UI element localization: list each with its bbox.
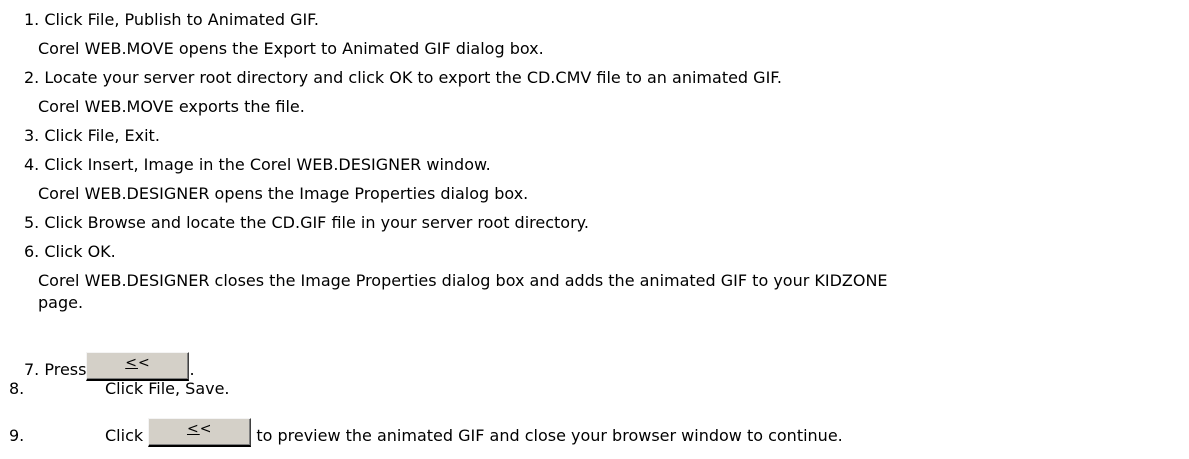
step-text: Click Insert, Image in the Corel WEB.DES… [44, 155, 491, 174]
back-button-rest-char: < [137, 355, 151, 371]
step-text: Click File, Exit. [44, 126, 160, 145]
step-text-before: Click [105, 426, 144, 445]
step-3: 3. Click File, Exit. [24, 126, 160, 145]
step-2: 2. Locate your server root directory and… [24, 68, 782, 87]
step-2-result: Corel WEB.MOVE exports the file. [38, 97, 305, 116]
step-number: 4. [24, 155, 40, 174]
step-text: Locate your server root directory and cl… [44, 68, 783, 87]
back-button[interactable]: << [148, 418, 252, 447]
step-number: 8. [9, 379, 25, 398]
step-number: 1. [24, 10, 40, 29]
back-button-underlined-char: < [125, 355, 138, 371]
back-button-rest-char: < [199, 421, 213, 437]
step-number: 7. [24, 360, 40, 379]
step-number: 9. [9, 426, 25, 445]
back-button[interactable]: << [86, 352, 190, 381]
step-6: 6. Click OK. [24, 242, 116, 261]
instructions-page: 1. Click File, Publish to Animated GIF. … [0, 0, 1189, 459]
step-number: 2. [24, 68, 40, 87]
step-5: 5. Click Browse and locate the CD.GIF fi… [24, 213, 589, 232]
step-4-result: Corel WEB.DESIGNER opens the Image Prope… [38, 184, 529, 203]
step-text-after: to preview the animated GIF and close yo… [256, 426, 843, 445]
step-text: Click Browse and locate the CD.GIF file … [44, 213, 589, 232]
back-button-label: << [87, 354, 188, 372]
step-text-before: Press [44, 360, 87, 379]
step-text: Click OK. [44, 242, 116, 261]
step-8: 8. Click File, Save. [9, 379, 230, 398]
step-text-after: . [189, 360, 195, 379]
step-9: 9. Click << to preview the animated GIF a… [9, 418, 843, 447]
step-6-result-line-1: Corel WEB.DESIGNER closes the Image Prop… [38, 271, 888, 290]
step-1: 1. Click File, Publish to Animated GIF. [24, 10, 319, 29]
step-number: 5. [24, 213, 40, 232]
step-text: Click File, Save. [105, 379, 230, 398]
step-number: 6. [24, 242, 40, 261]
step-4: 4. Click Insert, Image in the Corel WEB.… [24, 155, 491, 174]
step-number: 3. [24, 126, 40, 145]
step-text: Click File, Publish to Animated GIF. [44, 10, 319, 29]
back-button-label: << [149, 420, 250, 438]
back-button-underlined-char: < [186, 421, 200, 437]
step-7: 7. Press <<. [24, 352, 195, 381]
step-6-result-line-2: page. [38, 293, 84, 312]
step-1-result: Corel WEB.MOVE opens the Export to Anima… [38, 39, 544, 58]
